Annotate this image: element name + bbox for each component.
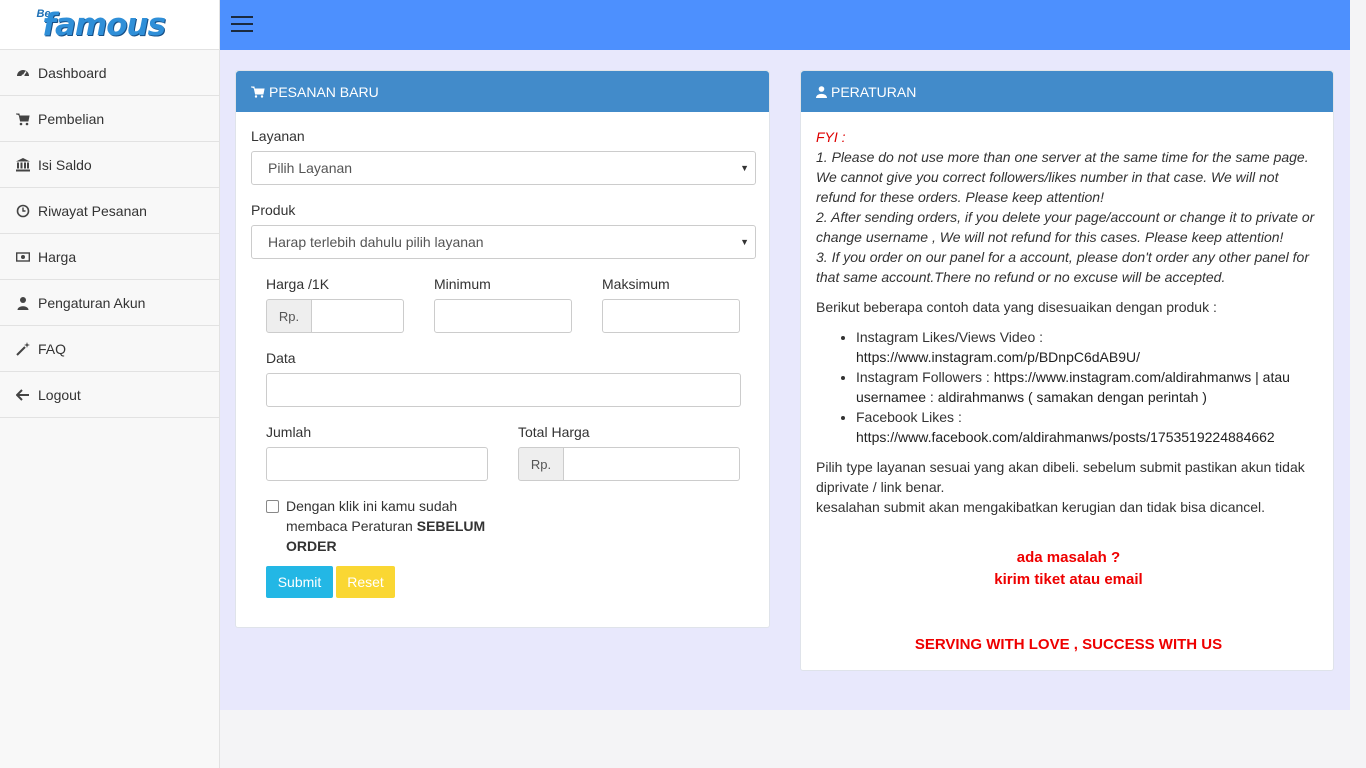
fyi-rule-3: 3. If you order on our panel for a accou… [816,249,1309,285]
chevron-down-icon: ▼ [740,163,749,173]
example-label: Instagram Followers : [856,369,994,385]
sidebar-item-pengaturan-akun[interactable]: Pengaturan Akun [0,280,219,326]
cart-icon [251,86,265,98]
sidebar-item-label: Logout [38,386,81,403]
minimum-input[interactable] [434,299,572,333]
logo-text: famous [42,6,167,43]
jumlah-input[interactable] [266,447,488,481]
minimum-label: Minimum [434,276,491,292]
agree-checkbox[interactable] [266,500,279,513]
reset-button[interactable]: Reset [336,566,395,598]
rules-panel: PERATURAN FYI : 1. Please do not use mor… [800,70,1334,671]
top-bar [220,0,1350,50]
contact-line-2: kirim tiket atau email [994,571,1143,588]
sidebar: Be famous Dashboard Pembelian Isi Saldo [0,0,220,768]
fyi-rule-1: 1. Please do not use more than one serve… [816,149,1309,205]
magic-wand-icon [16,341,30,356]
layanan-label: Layanan [251,128,305,144]
total-currency-addon: Rp. [518,447,564,481]
chevron-down-icon: ▼ [740,237,749,247]
harga-label: Harga /1K [266,276,330,292]
sidebar-item-label: Harga [38,248,77,265]
harga-input[interactable] [312,299,404,333]
dashboard-icon [16,66,30,80]
bank-icon [16,157,30,172]
main-content: PESANAN BARU Layanan Pilih Layanan ▼ Pro… [220,50,1350,710]
maksimum-label: Maksimum [602,276,670,292]
data-label: Data [266,350,296,366]
sidebar-nav: Dashboard Pembelian Isi Saldo Riwayat Pe… [0,50,219,418]
sidebar-item-pembelian[interactable]: Pembelian [0,96,219,142]
total-harga-label: Total Harga [518,424,590,440]
sidebar-item-label: Riwayat Pesanan [38,202,147,219]
sidebar-item-label: FAQ [38,340,67,357]
note-line-2: kesalahan submit akan mengakibatkan keru… [816,499,1266,515]
user-icon [816,85,827,98]
sidebar-item-label: Isi Saldo [38,156,92,173]
layanan-selected-value: Pilih Layanan [268,160,353,176]
contact-line-1: ada masalah ? [1016,549,1121,566]
note-line-1: Pilih type layanan sesuai yang akan dibe… [816,459,1305,495]
panel-title: PERATURAN [831,83,917,100]
sidebar-item-label: Pembelian [38,110,105,127]
produk-select[interactable]: Harap terlebih dahulu pilih layanan ▼ [251,225,756,259]
panel-title: PESANAN BARU [269,83,379,100]
layanan-select[interactable]: Pilih Layanan ▼ [251,151,756,185]
submit-button[interactable]: Submit [266,566,333,598]
befamous-logo[interactable]: Be famous [35,3,185,47]
data-input[interactable] [266,373,741,407]
harga-currency-addon: Rp. [266,299,312,333]
produk-label: Produk [251,202,296,218]
sidebar-item-label: Pengaturan Akun [38,294,146,311]
example-value: https://www.facebook.com/aldirahmanws/po… [856,429,1275,445]
list-item: Instagram Followers : https://www.instag… [856,367,1321,407]
cart-icon [16,112,30,126]
user-icon [16,296,30,310]
logo-box: Be famous [0,0,219,50]
fyi-block: FYI : 1. Please do not use more than one… [816,127,1321,287]
sidebar-item-faq[interactable]: FAQ [0,326,219,372]
clock-icon [16,204,30,218]
fyi-label: FYI : [816,129,846,145]
agree-text: Dengan klik ini kamu sudah membaca Perat… [286,496,486,556]
new-order-panel-header: PESANAN BARU [236,71,769,112]
sidebar-item-logout[interactable]: Logout [0,372,219,418]
example-intro: Berikut beberapa contoh data yang disesu… [816,299,1217,315]
maksimum-input[interactable] [602,299,740,333]
new-order-panel: PESANAN BARU Layanan Pilih Layanan ▼ Pro… [235,70,770,628]
sidebar-item-harga[interactable]: Harga [0,234,219,280]
slogan: SERVING WITH LOVE , SUCCESS WITH US [914,636,1223,653]
example-label: Instagram Likes/Views Video : [856,329,1044,345]
list-item: Instagram Likes/Views Video : https://ww… [856,327,1321,367]
rules-body: FYI : 1. Please do not use more than one… [816,127,1321,655]
jumlah-label: Jumlah [266,424,312,440]
money-icon [16,250,30,264]
example-label: Facebook Likes : [856,409,962,425]
fyi-rule-2: 2. After sending orders, if you delete y… [816,209,1315,245]
total-harga-input[interactable] [564,447,740,481]
arrow-left-icon [16,388,30,402]
list-item: Facebook Likes : https://www.facebook.co… [856,407,1321,447]
sidebar-item-isi-saldo[interactable]: Isi Saldo [0,142,219,188]
example-list: Instagram Likes/Views Video : https://ww… [816,327,1321,447]
sidebar-item-riwayat-pesanan[interactable]: Riwayat Pesanan [0,188,219,234]
produk-selected-value: Harap terlebih dahulu pilih layanan [268,234,484,250]
sidebar-item-label: Dashboard [38,64,107,81]
example-value: https://www.instagram.com/p/BDnpC6dAB9U/ [856,349,1141,365]
sidebar-item-dashboard[interactable]: Dashboard [0,50,219,96]
note-block: Pilih type layanan sesuai yang akan dibe… [816,457,1321,517]
rules-panel-header: PERATURAN [801,71,1333,112]
menu-toggle-icon[interactable] [231,16,253,34]
contact-notice: ada masalah ? kirim tiket atau email [816,547,1321,591]
